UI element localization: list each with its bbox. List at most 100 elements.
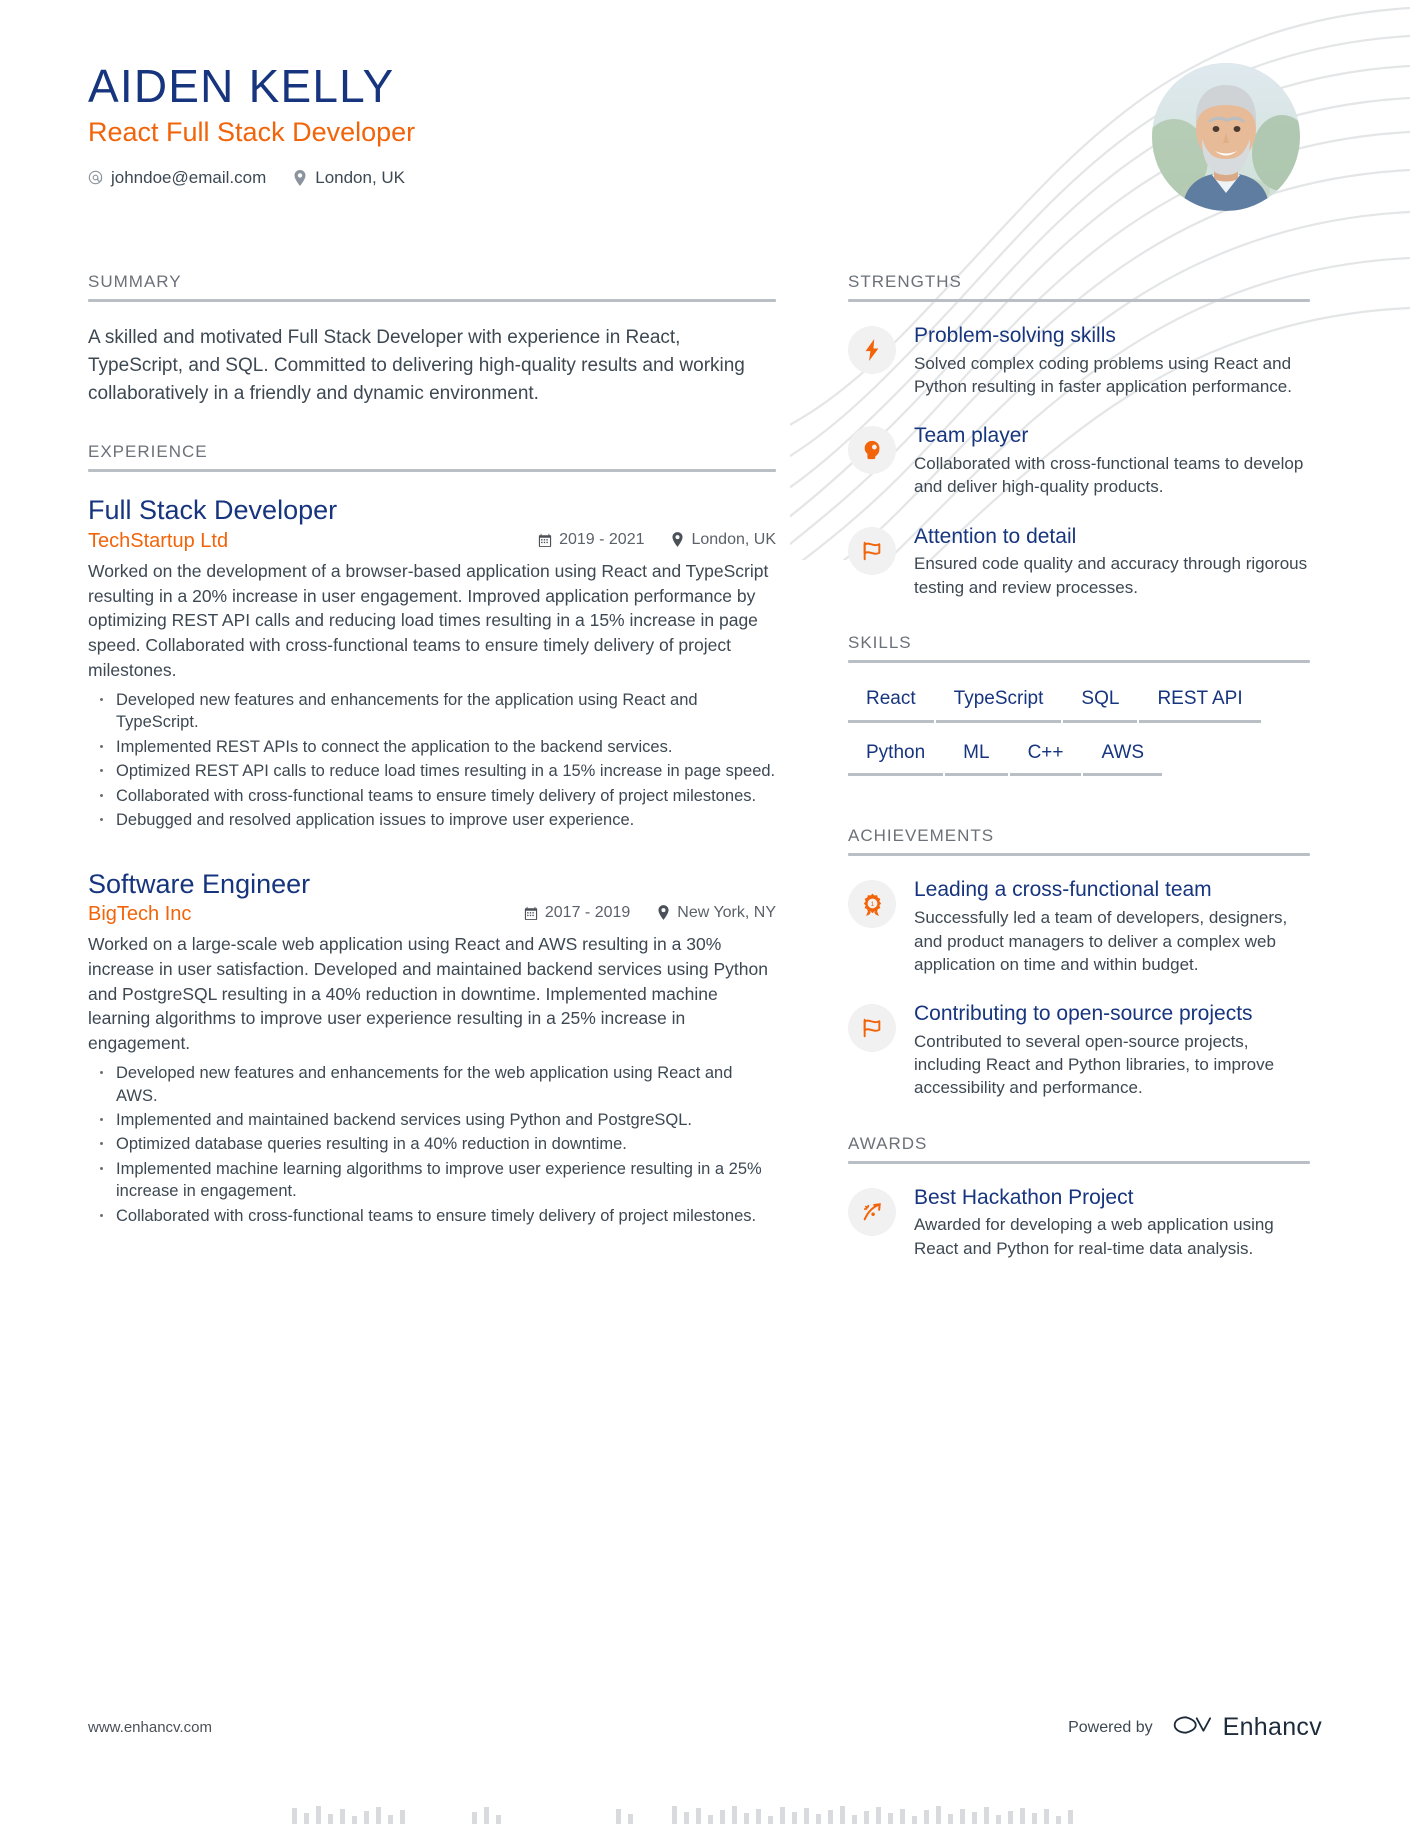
section-divider: [848, 1160, 1310, 1164]
list-item: Developed new features and enhancements …: [88, 689, 776, 734]
section-divider: [848, 299, 1310, 302]
achievement-body: Contributing to open-source projects Con…: [914, 1002, 1310, 1100]
skill-chip[interactable]: REST API: [1139, 685, 1261, 723]
brand-logo[interactable]: Enhancv: [1167, 1711, 1322, 1744]
profile-photo-illustration: [1152, 63, 1300, 211]
job-role-subtitle: React Full Stack Developer: [88, 116, 416, 147]
section-title-achievements: ACHIEVEMENTS: [848, 826, 995, 846]
resume-page: AIDEN KELLY React Full Stack Developer j…: [0, 0, 1410, 1826]
skill-chip[interactable]: TypeScript: [935, 685, 1062, 723]
skill-chip[interactable]: SQL: [1063, 685, 1138, 723]
list-item: Debugged and resolved application issues…: [88, 809, 776, 831]
job-meta-right: 2019 - 2021 London, UK: [538, 531, 776, 549]
strength-title: Team player: [914, 424, 1029, 448]
skill-chip[interactable]: AWS: [1083, 739, 1163, 777]
enhancv-logo-icon: [1167, 1711, 1213, 1744]
list-item: Developed new features and enhancements …: [88, 1062, 776, 1107]
skill-chip[interactable]: C++: [1009, 739, 1082, 777]
lightning-bolt-icon: [848, 326, 896, 374]
job-dates-text: 2019 - 2021: [559, 530, 645, 548]
achievement-body: Leading a cross-functional team Successf…: [914, 878, 1310, 976]
section-achievements: ACHIEVEMENTS 1 Leading a cross-functiona…: [848, 826, 1310, 1099]
job-description: Worked on the development of a browser-b…: [88, 560, 769, 681]
job-dates-text: 2017 - 2019: [544, 903, 631, 921]
contact-list: johndoe@email.com London, UK: [88, 168, 415, 188]
job-description: Worked on a large-scale web application …: [88, 933, 768, 1054]
trending-arrow-icon: [848, 1187, 896, 1236]
left-column: SUMMARY A skilled and motivated Full Sta…: [88, 272, 776, 1261]
job-meta-row: BigTech Inc 2017 - 2019 New York, NY: [88, 903, 776, 926]
powered-by-label: Powered by: [1068, 1718, 1153, 1736]
map-pin-icon: [670, 532, 684, 548]
strength-title: Problem-solving skills: [914, 324, 1116, 347]
job-meta-row: TechStartup Ltd 2019 - 2021 London, UK: [88, 530, 776, 553]
section-divider: [88, 469, 776, 473]
svg-text:1: 1: [870, 901, 874, 908]
job-location: London, UK: [670, 531, 776, 549]
job-company: BigTech Inc: [88, 902, 192, 925]
experience-entry: Full Stack Developer TechStartup Ltd 201…: [88, 494, 776, 831]
achievement-description: Contributed to several open-source proje…: [914, 1031, 1275, 1098]
achievement-item: Contributing to open-source projects Con…: [848, 1002, 1310, 1100]
job-dates: 2017 - 2019: [524, 904, 630, 922]
calendar-icon: [524, 905, 538, 920]
map-pin-icon: [656, 905, 670, 921]
list-item: Implemented machine learning algorithms …: [88, 1158, 776, 1203]
achievement-item: 1 Leading a cross-functional team Succes…: [848, 878, 1310, 976]
section-title-experience: EXPERIENCE: [88, 442, 208, 462]
map-pin-icon: [292, 169, 307, 186]
strength-title: Attention to detail: [914, 524, 1077, 548]
flag-icon: [848, 1004, 896, 1053]
section-strengths: STRENGTHS Problem-solving skills Solved …: [848, 272, 1310, 599]
avatar: [1152, 63, 1300, 211]
contact-email-text: johndoe@email.com: [111, 167, 267, 187]
strength-item: Attention to detail Ensured code quality…: [848, 525, 1310, 599]
right-column: STRENGTHS Problem-solving skills Solved …: [848, 272, 1310, 1294]
strength-item: Team player Collaborated with cross-func…: [848, 424, 1310, 498]
strength-description: Ensured code quality and accuracy throug…: [914, 554, 1308, 597]
section-title-awards: AWARDS: [848, 1133, 928, 1153]
job-position: Software Engineer: [88, 868, 311, 899]
powered-by-block: Powered by Enhancv: [1068, 1711, 1322, 1744]
skill-chip[interactable]: React: [848, 685, 934, 723]
section-skills: SKILLS React TypeScript SQL REST API Pyt…: [848, 633, 1310, 793]
job-position: Full Stack Developer: [88, 495, 338, 526]
award-title: Best Hackathon Project: [914, 1185, 1134, 1209]
list-item: Optimized REST API calls to reduce load …: [88, 760, 776, 782]
award-description: Awarded for developing a web application…: [914, 1215, 1274, 1258]
strength-body: Attention to detail Ensured code quality…: [914, 525, 1310, 599]
contact-location-text: London, UK: [315, 167, 406, 187]
job-location-text: London, UK: [691, 530, 776, 548]
achievement-title: Contributing to open-source projects: [914, 1002, 1253, 1026]
at-icon: [88, 170, 103, 186]
section-title-skills: SKILLS: [848, 632, 912, 652]
job-bullet-list: Developed new features and enhancements …: [88, 1062, 776, 1227]
award-body: Best Hackathon Project Awarded for devel…: [914, 1186, 1310, 1260]
section-divider: [88, 299, 776, 302]
achievement-description: Successfully led a team of developers, d…: [914, 908, 1288, 974]
job-bullet-list: Developed new features and enhancements …: [88, 689, 776, 832]
list-item: Collaborated with cross-functional teams…: [88, 1205, 776, 1227]
section-awards: AWARDS Best Hackathon Project Awarded fo…: [848, 1134, 1310, 1260]
footer-website-link[interactable]: www.enhancv.com: [88, 1719, 212, 1736]
contact-email[interactable]: johndoe@email.com: [88, 168, 266, 188]
bottom-edge-artifact: [292, 1806, 1073, 1824]
achievement-title: Leading a cross-functional team: [914, 878, 1212, 902]
section-title-summary: SUMMARY: [88, 272, 182, 291]
strength-description: Collaborated with cross-functional teams…: [914, 454, 1304, 497]
list-item: Optimized database queries resulting in …: [88, 1133, 776, 1155]
brand-name-text: Enhancv: [1222, 1713, 1322, 1741]
page-footer: www.enhancv.com Powered by Enhancv: [88, 1711, 1322, 1744]
resume-header: AIDEN KELLY React Full Stack Developer j…: [88, 62, 415, 188]
job-meta-right: 2017 - 2019 New York, NY: [524, 904, 776, 922]
list-item: Implemented REST APIs to connect the app…: [88, 736, 776, 758]
experience-entry: Software Engineer BigTech Inc 2017 - 201…: [88, 868, 776, 1228]
award-item: Best Hackathon Project Awarded for devel…: [848, 1186, 1310, 1260]
skill-chip[interactable]: ML: [945, 739, 1008, 777]
strength-description: Solved complex coding problems using Rea…: [914, 353, 1292, 397]
summary-text: A skilled and motivated Full Stack Devel…: [88, 327, 745, 405]
skill-chip[interactable]: Python: [848, 739, 944, 777]
list-item: Collaborated with cross-functional teams…: [88, 785, 776, 807]
strength-body: Team player Collaborated with cross-func…: [914, 424, 1310, 498]
section-experience: EXPERIENCE Full Stack Developer TechStar…: [88, 442, 776, 1227]
